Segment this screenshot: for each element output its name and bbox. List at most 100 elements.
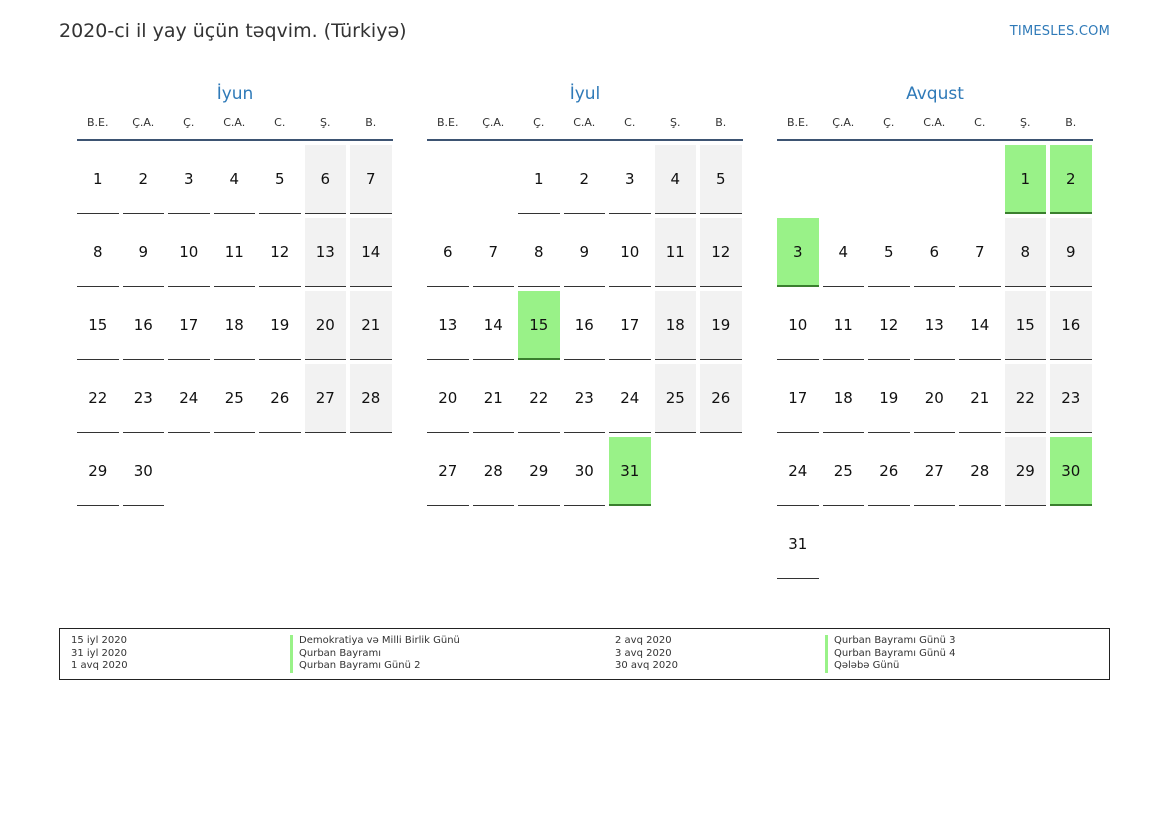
day-grid: 1 2 3 4 5 6 7 8 9 10 11 12 13 14 15 16 17 18 19 20 21 22 23 24 2… <box>77 145 393 510</box>
day-cell: 11 <box>213 218 255 287</box>
weekday-label: C. <box>274 116 286 129</box>
legend-date: 2 avq 2020 <box>615 635 672 646</box>
day-cell: 10 <box>609 218 651 287</box>
page-title: 2020-ci il yay üçün təqvim. (Türkiyə) <box>59 20 407 42</box>
day-cell: 15 <box>77 291 119 360</box>
day-cell: 8 <box>77 218 119 287</box>
month-july: İyul B.E. Ç.A. Ç. C.A. C. Ş. B. 12345678… <box>427 82 743 510</box>
month-name: İyul <box>569 84 601 104</box>
weekday-label: C. <box>624 116 636 129</box>
day-cell: 12 <box>868 291 910 360</box>
legend-date: 30 avq 2020 <box>615 660 678 671</box>
weekday-header: B.E. Ç.A. Ç. C.A. C. Ş. B. <box>77 114 393 141</box>
legend-names-col2: Qurban Bayramı Günü 3 Qurban Bayramı Gün… <box>825 635 955 673</box>
weekday-label: B. <box>365 116 377 129</box>
day-cell: 5 <box>259 145 301 214</box>
day-cell: 17 <box>777 364 819 433</box>
holiday-day-cell: 31 <box>609 437 651 506</box>
legend-date: 3 avq 2020 <box>615 647 672 659</box>
day-cell: 22 <box>518 364 560 433</box>
weekday-label: B.E. <box>437 116 459 129</box>
empty-cell <box>823 145 865 214</box>
day-cell: 12 <box>700 218 742 287</box>
day-cell: 31 <box>777 510 819 579</box>
day-cell: 7 <box>959 218 1001 287</box>
weekday-label: Ç. <box>533 116 545 129</box>
empty-cell <box>914 145 956 214</box>
day-cell: 24 <box>609 364 651 433</box>
day-cell: 4 <box>654 145 696 214</box>
day-cell: 24 <box>777 437 819 506</box>
day-cell: 7 <box>472 218 514 287</box>
day-cell: 10 <box>777 291 819 360</box>
weekday-label: B. <box>715 116 727 129</box>
day-cell: 11 <box>654 218 696 287</box>
weekday-label: B.E. <box>787 116 809 129</box>
empty-cell <box>777 145 819 214</box>
day-cell: 25 <box>213 364 255 433</box>
day-cell: 28 <box>472 437 514 506</box>
month-name: İyun <box>216 84 254 104</box>
day-cell: 29 <box>77 437 119 506</box>
day-cell: 23 <box>1050 364 1092 433</box>
day-cell: 28 <box>350 364 392 433</box>
day-cell: 17 <box>168 291 210 360</box>
empty-cell <box>473 145 515 214</box>
legend-holiday-name: Qurban Bayramı Günü 4 <box>825 647 955 660</box>
day-cell: 16 <box>1050 291 1092 360</box>
day-cell: 11 <box>822 291 864 360</box>
weekday-label: C.A. <box>223 116 246 129</box>
holiday-day-cell: 30 <box>1050 437 1092 506</box>
day-cell: 9 <box>122 218 164 287</box>
weekday-label: B. <box>1065 116 1077 129</box>
legend-holiday-name: Qurban Bayramı Günü 2 <box>290 660 460 673</box>
day-grid: 1 2 3 4 5 6 7 8 9 10 11 12 13 14 15 16 17 18 19 20 21 22 23 24 2… <box>777 145 1093 583</box>
legend-holiday-name: Demokratiya və Milli Birlik Günü <box>290 635 460 648</box>
weekday-label: C.A. <box>923 116 946 129</box>
brand-link[interactable]: TIMESLES.COM <box>1010 24 1110 39</box>
day-cell: 9 <box>563 218 605 287</box>
day-cell: 1 <box>77 145 119 214</box>
day-cell: 29 <box>1004 437 1046 506</box>
empty-cell <box>427 145 469 214</box>
weekday-label: Ş. <box>1020 116 1031 129</box>
day-cell: 30 <box>122 437 164 506</box>
day-cell: 27 <box>913 437 955 506</box>
day-cell: 14 <box>959 291 1001 360</box>
holiday-day-cell: 15 <box>518 291 560 360</box>
day-cell: 25 <box>654 364 696 433</box>
day-cell: 22 <box>1004 364 1046 433</box>
day-cell: 26 <box>700 364 742 433</box>
day-cell: 4 <box>213 145 255 214</box>
day-cell: 13 <box>304 218 346 287</box>
day-cell: 2 <box>563 145 605 214</box>
day-cell: 13 <box>913 291 955 360</box>
day-cell: 3 <box>609 145 651 214</box>
day-cell: 2 <box>122 145 164 214</box>
legend-date: 31 iyl 2020 <box>71 647 128 659</box>
day-cell: 7 <box>350 145 392 214</box>
weekday-label: Ç. <box>883 116 895 129</box>
legend-date: 15 iyl 2020 <box>71 635 128 646</box>
weekday-label: Ç.A. <box>132 116 155 129</box>
day-cell: 10 <box>168 218 210 287</box>
holiday-legend: 15 iyl 2020 31 iyl 2020 1 avq 2020 Demok… <box>59 628 1110 680</box>
month-august: Avqust B.E. Ç.A. Ç. C.A. C. Ş. B. 123456… <box>777 82 1093 583</box>
weekday-label: Ş. <box>320 116 331 129</box>
day-cell: 14 <box>350 218 392 287</box>
day-cell: 16 <box>122 291 164 360</box>
day-cell: 18 <box>822 364 864 433</box>
day-cell: 5 <box>868 218 910 287</box>
weekday-label: Ş. <box>670 116 681 129</box>
legend-dates-col2: 2 avq 2020 3 avq 2020 30 avq 2020 <box>615 635 678 673</box>
legend-holiday-name: Qurban Bayramı <box>290 647 460 660</box>
day-cell: 18 <box>213 291 255 360</box>
day-grid: 1 2 3 4 5 6 7 8 9 10 11 12 13 14 15 16 17 18 19 20 21 22 23 24 2… <box>427 145 743 510</box>
day-cell: 18 <box>654 291 696 360</box>
day-cell: 5 <box>700 145 742 214</box>
day-cell: 23 <box>563 364 605 433</box>
day-cell: 6 <box>913 218 955 287</box>
day-cell: 21 <box>350 291 392 360</box>
day-cell: 21 <box>472 364 514 433</box>
empty-cell <box>868 145 910 214</box>
